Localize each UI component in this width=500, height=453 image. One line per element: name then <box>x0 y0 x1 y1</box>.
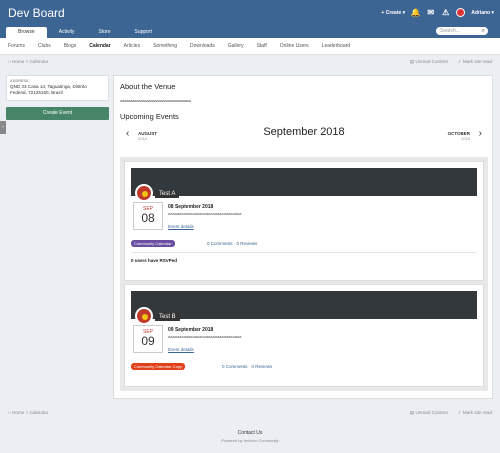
address-label: ADDRESS <box>10 79 29 83</box>
about-venue-text: aaaaaaaaaaaaaaaaaaaaaaaaaaaaaaaaaaa <box>120 98 191 103</box>
event-details-link[interactable]: Event details <box>168 224 194 229</box>
subnav-articles[interactable]: Articles <box>124 43 140 49</box>
event-date-text: 08 September 2018 <box>168 204 214 210</box>
mark-site-read-link[interactable]: ✓ Mark site read <box>458 59 492 65</box>
breadcrumb-calendar[interactable]: Calendar <box>30 410 49 415</box>
event-details-link[interactable]: Event details <box>168 347 194 352</box>
breadcrumb-actions: ▤ Unread Content ✓ Mark site read <box>410 59 492 65</box>
site-logo[interactable]: Dev Board <box>8 6 65 20</box>
breadcrumb-bottom: ⌂ Home > Calendar <box>8 410 49 415</box>
next-month-link[interactable]: OCTOBER 2018 <box>448 131 470 141</box>
subnav-something[interactable]: Something <box>153 43 177 49</box>
upcoming-events-title: Upcoming Events <box>120 112 179 121</box>
header-actions: + Create ▾ 🔔 ✉ ⚠ Adriano ▾ <box>381 8 494 17</box>
main-content: About the Venue aaaaaaaaaaaaaaaaaaaaaaaa… <box>113 75 493 399</box>
sub-navigation: Forums Clubs Blogs Calendar Articles Som… <box>0 38 500 55</box>
user-avatar[interactable] <box>456 8 466 17</box>
calendar-badge[interactable]: Community Calendar Copy <box>131 363 186 370</box>
subnav-clubs[interactable]: Clubs <box>38 43 51 49</box>
divider <box>131 252 477 253</box>
event-date-box: SEP 09 <box>133 325 163 353</box>
chevron-right-icon[interactable]: › <box>479 128 482 139</box>
about-venue-title: About the Venue <box>120 82 176 91</box>
event-description: aaaaaaaaaaaaaaaaaaaaaaaaaaaaaaaaa <box>168 334 242 339</box>
sidebar-toggle-icon[interactable]: › <box>0 121 6 134</box>
site-header: Dev Board + Create ▾ 🔔 ✉ ⚠ Adriano ▾ Bro… <box>0 0 500 38</box>
subnav-forums[interactable]: Forums <box>8 43 25 49</box>
breadcrumb-calendar[interactable]: Calendar <box>30 59 49 64</box>
subnav-gallery[interactable]: Gallery <box>228 43 244 49</box>
event-card: Test B SEP 09 09 September 2018 aaaaaaaa… <box>124 284 484 387</box>
messages-envelope-icon[interactable]: ✉ <box>426 8 435 17</box>
tab-support[interactable]: Support <box>122 27 164 38</box>
subnav-staff[interactable]: Staff <box>257 43 267 49</box>
event-date-text: 09 September 2018 <box>168 327 214 333</box>
event-avatar[interactable] <box>135 184 153 202</box>
unread-content-link[interactable]: ▤ Unread Content <box>410 410 448 416</box>
event-comments-link[interactable]: 0 Comments · 0 Reviews <box>222 364 272 369</box>
events-list: Test A SEP 08 08 September 2018 aaaaaaaa… <box>120 157 488 391</box>
subnav-online-users[interactable]: Online Users <box>280 43 309 49</box>
contact-us-link[interactable]: Contact Us <box>0 430 500 436</box>
notifications-bell-icon[interactable]: 🔔 <box>411 8 421 17</box>
search-icon[interactable]: ⌕ <box>482 27 485 35</box>
create-menu-button[interactable]: + Create ▾ <box>381 10 405 16</box>
event-title[interactable]: Test A <box>155 190 180 198</box>
unread-content-link[interactable]: ▤ Unread Content <box>410 59 448 65</box>
rsvp-count: 0 users have RSVPed <box>131 258 178 263</box>
month-navigation: ‹ AUGUST 2018 September 2018 OCTOBER 201… <box>120 126 488 146</box>
address-text: QND 23 Casa 14, Taguatinga, Distrito Fed… <box>10 84 87 95</box>
calendar-badge[interactable]: Community Calendar <box>131 240 175 247</box>
event-avatar[interactable] <box>135 307 153 325</box>
powered-by-text[interactable]: Powered by Invision Community <box>0 438 500 443</box>
event-description: aaaaaaaaaaaaaaaaaaaaaaaaaaaaaaaaa <box>168 211 242 216</box>
breadcrumb-home[interactable]: Home <box>12 410 24 415</box>
warning-icon[interactable]: ⚠ <box>441 8 450 17</box>
breadcrumb-actions-bottom: ▤ Unread Content ✓ Mark site read <box>410 410 492 416</box>
event-cover: Test B <box>131 291 477 325</box>
venue-address-box: ADDRESS QND 23 Casa 14, Taguatinga, Dist… <box>6 75 109 101</box>
create-event-button[interactable]: Create Event <box>6 107 109 120</box>
user-menu-button[interactable]: Adriano ▾ <box>471 10 494 16</box>
event-date-box: SEP 08 <box>133 202 163 230</box>
subnav-blogs[interactable]: Blogs <box>64 43 77 49</box>
tab-activity[interactable]: Activity <box>47 27 87 38</box>
event-title[interactable]: Test B <box>155 313 180 321</box>
subnav-downloads[interactable]: Downloads <box>190 43 215 49</box>
main-tabs: Browse Activity Store Support <box>6 27 164 38</box>
subnav-leaderboard[interactable]: Leaderboard <box>322 43 350 49</box>
breadcrumb: ⌂ Home > Calendar <box>8 59 49 64</box>
event-cover: Test A <box>131 168 477 202</box>
tab-store[interactable]: Store <box>87 27 123 38</box>
current-month-title: September 2018 <box>263 126 345 138</box>
event-card: Test A SEP 08 08 September 2018 aaaaaaaa… <box>124 161 484 281</box>
tab-browse[interactable]: Browse <box>6 27 47 38</box>
search-input[interactable]: Search... ⌕ <box>436 27 488 35</box>
subnav-calendar[interactable]: Calendar <box>89 43 110 49</box>
mark-site-read-link[interactable]: ✓ Mark site read <box>458 410 492 416</box>
event-comments-link[interactable]: 0 Comments · 0 Reviews <box>207 241 257 246</box>
breadcrumb-home[interactable]: Home <box>12 59 24 64</box>
